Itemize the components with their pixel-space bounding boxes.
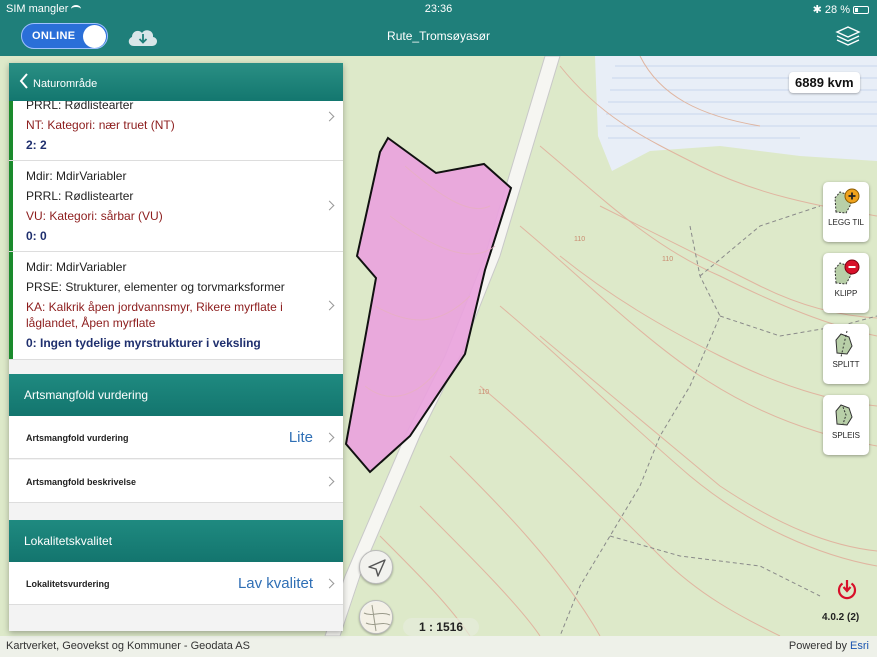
split-tool-button[interactable]: SPLITT xyxy=(823,324,869,384)
app-version: 4.0.2 (2) xyxy=(822,612,860,623)
basemap-button[interactable] xyxy=(359,600,393,634)
split-tool-label: SPLITT xyxy=(832,360,860,369)
merge-tool-button[interactable]: SPLEIS xyxy=(823,395,869,455)
back-chevron-icon[interactable] xyxy=(19,73,29,89)
battery-status: ✱ 28 % xyxy=(813,3,869,16)
record-line: låglandet, Åpen myrflate xyxy=(26,316,156,330)
area-measurement: 6889 kvm xyxy=(789,72,860,93)
chevron-right-icon xyxy=(324,432,335,443)
add-polygon-icon xyxy=(834,188,860,214)
panel-header: Naturområde xyxy=(9,63,343,101)
attribution-bar: Kartverket, Geovekst og Kommuner - Geoda… xyxy=(0,636,877,657)
merge-polygon-icon xyxy=(835,404,853,426)
status-bar: SIM mangler 23:36 ✱ 28 % xyxy=(0,0,877,18)
chevron-right-icon xyxy=(324,300,335,311)
record-value: 2: 2 xyxy=(26,138,47,152)
merge-tool-label: SPLEIS xyxy=(831,431,860,440)
page-title: Rute_Tromsøyasør xyxy=(387,29,490,43)
chevron-right-icon xyxy=(324,578,335,589)
section-title: Lokalitetskvalitet xyxy=(24,534,113,548)
record-value: 0: Ingen tydelige myrstrukturer i veksli… xyxy=(26,336,261,350)
clip-polygon-icon xyxy=(834,259,860,285)
add-tool-label: LEGG TIL xyxy=(828,218,864,227)
back-button[interactable]: Naturområde xyxy=(33,78,97,90)
chevron-right-icon xyxy=(324,200,335,211)
section-title: Artsmangfold vurdering xyxy=(24,388,149,402)
record-indicator xyxy=(9,101,13,160)
field-lokalitetsvurdering[interactable]: Lokalitetsvurdering Lav kvalitet xyxy=(9,562,343,605)
add-tool-button[interactable]: LEGG TIL xyxy=(823,182,869,242)
record-row[interactable]: Mdir: MdirVariabler PRRL: Rødlistearter … xyxy=(9,161,343,252)
clip-tool-label: KLIPP xyxy=(834,289,858,298)
field-value: Lav kvalitet xyxy=(237,575,313,592)
chevron-right-icon xyxy=(324,111,335,122)
nav-bar: ONLINE Rute_Tromsøyasør xyxy=(0,18,877,56)
record-line: KA: Kalkrik åpen jordvannsmyr, Rikere my… xyxy=(26,300,283,314)
map-attribution: Kartverket, Geovekst og Kommuner - Geoda… xyxy=(6,640,250,652)
record-line: Mdir: MdirVariabler xyxy=(26,260,127,274)
record-indicator xyxy=(9,252,13,359)
battery-icon xyxy=(853,6,869,15)
field-label: Artsmangfold vurdering xyxy=(26,433,129,443)
record-line: PRSE: Strukturer, elementer og torvmarks… xyxy=(26,280,285,294)
power-icon[interactable] xyxy=(836,578,858,602)
field-label: Lokalitetsvurdering xyxy=(26,579,110,589)
powered-by: Powered by Esri xyxy=(788,640,869,652)
bluetooth-icon: ✱ xyxy=(812,4,822,16)
record-row[interactable]: PRRL: Rødlistearter NT: Kategori: nær tr… xyxy=(9,98,343,161)
clock: 23:36 xyxy=(424,3,453,15)
record-value: 0: 0 xyxy=(26,229,47,243)
chevron-right-icon xyxy=(324,476,335,487)
esri-link[interactable]: Esri xyxy=(850,640,869,652)
layers-icon[interactable] xyxy=(835,24,861,48)
attribute-panel: PRRL: Rødlistearter NT: Kategori: nær tr… xyxy=(9,63,343,631)
record-row[interactable]: Mdir: MdirVariabler PRSE: Strukturer, el… xyxy=(9,252,343,360)
clip-tool-button[interactable]: KLIPP xyxy=(823,253,869,313)
record-indicator xyxy=(9,161,13,251)
map-scale: 1 : 1516 xyxy=(403,618,479,636)
contour-label: 110 xyxy=(574,236,585,243)
field-value: Lite xyxy=(288,429,313,446)
contour-label: 110 xyxy=(662,256,673,263)
field-artsmangfold-beskrivelse[interactable]: Artsmangfold beskrivelse xyxy=(9,460,343,503)
section-lokalitetskvalitet: Lokalitetskvalitet xyxy=(9,520,343,562)
record-line: Mdir: MdirVariabler xyxy=(26,169,127,183)
field-artsmangfold-vurdering[interactable]: Artsmangfold vurdering Lite xyxy=(9,416,343,459)
field-label: Artsmangfold beskrivelse xyxy=(26,477,137,487)
record-line: PRRL: Rødlistearter xyxy=(26,189,134,203)
section-artsmangfold: Artsmangfold vurdering xyxy=(9,374,343,416)
record-line: VU: Kategori: sårbar (VU) xyxy=(26,209,163,223)
split-polygon-icon xyxy=(835,330,853,358)
locate-button[interactable] xyxy=(359,550,393,584)
record-line: NT: Kategori: nær truet (NT) xyxy=(26,118,175,132)
location-arrow-icon xyxy=(368,559,386,577)
contour-label: 110 xyxy=(478,389,489,396)
